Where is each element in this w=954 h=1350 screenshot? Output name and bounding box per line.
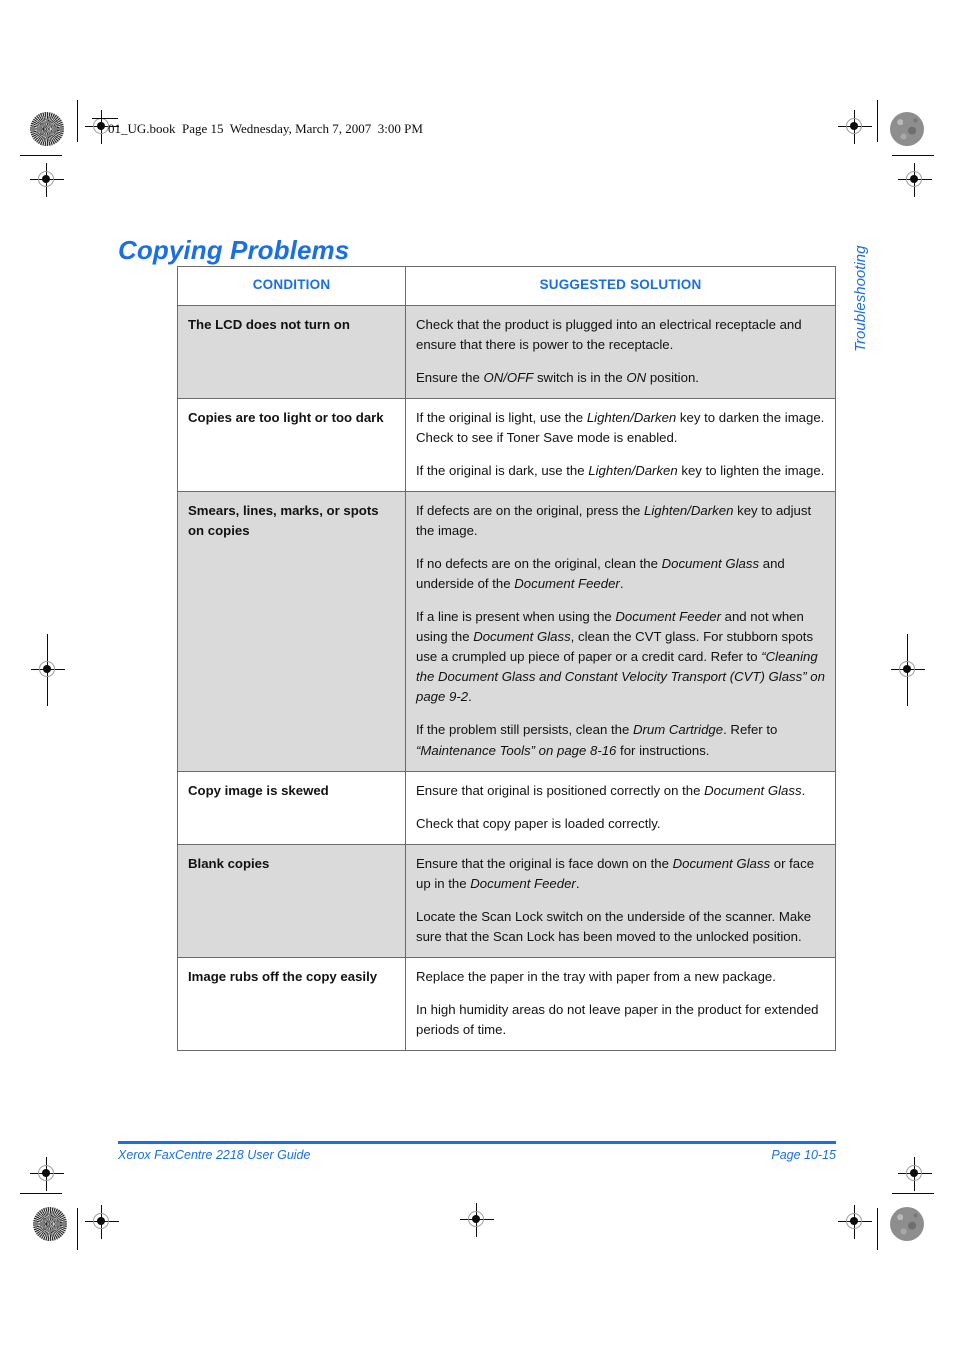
- emphasis-text: Document Glass: [661, 556, 760, 572]
- table-row: Copy image is skewed Ensure that original…: [177, 770, 836, 845]
- solution-paragraph: Check that copy paper is loaded correctl…: [416, 815, 661, 831]
- registration-mark-left-upper: [30, 163, 64, 197]
- solution-paragraph: If the original is light, use the Lighte…: [416, 409, 825, 445]
- table-row: Blank copies Ensure that the original is …: [177, 843, 836, 958]
- solution-paragraph: If the original is dark, use the Lighten…: [416, 462, 825, 478]
- trim-line-right-lower-horizontal: [892, 1193, 934, 1194]
- trim-line-bottom-right-vertical: [877, 1208, 878, 1250]
- registration-mark-right-middle: [891, 653, 925, 687]
- chapter-side-tab: Troubleshooting: [833, 222, 869, 352]
- solution-paragraph: Locate the Scan Lock switch on the under…: [416, 908, 812, 944]
- table-row: Smears, lines, marks, or spots on copies…: [177, 490, 836, 772]
- footer-page-number: Page 10-15: [771, 1148, 836, 1162]
- halftone-target-top-left: [30, 112, 64, 146]
- trim-line-bottom-left-vertical: [77, 1208, 78, 1250]
- trim-line-left-upper-horizontal: [20, 155, 62, 156]
- halftone-target-bottom-right: [890, 1207, 924, 1241]
- condition-cell: Smears, lines, marks, or spots on copies: [177, 490, 406, 772]
- emphasis-text: ON/OFF: [483, 369, 534, 385]
- table-header-row: CONDITION SUGGESTED SOLUTION: [177, 266, 836, 306]
- emphasis-text: Lighten/Darken: [588, 462, 678, 478]
- table-row: Copies are too light or too dark If the o…: [177, 397, 836, 492]
- registration-mark-right-lower: [898, 1157, 932, 1191]
- solution-paragraph: Ensure that the original is face down on…: [416, 855, 815, 891]
- emphasis-text: Document Glass: [704, 782, 802, 798]
- table-body: The LCD does not turn on Check that the p…: [177, 304, 836, 1052]
- condition-cell: The LCD does not turn on: [177, 304, 406, 399]
- registration-mark-bottom-left: [85, 1205, 119, 1239]
- solution-cell: If the original is light, use the Lighte…: [405, 397, 836, 492]
- emphasis-text: Drum Cartridge: [632, 722, 724, 738]
- table-row: Image rubs off the copy easily Replace th…: [177, 956, 836, 1052]
- trim-line-top-left-vertical: [77, 100, 78, 142]
- footer-guide-title: Xerox FaxCentre 2218 User Guide: [118, 1148, 311, 1162]
- footer-rule: [118, 1141, 836, 1144]
- registration-mark-left-middle: [31, 653, 65, 687]
- registration-mark-bottom-right: [838, 1205, 872, 1239]
- registration-mark-right-upper: [898, 163, 932, 197]
- solution-paragraph: If a line is present when using the Docu…: [416, 609, 825, 705]
- registration-mark-top-right: [838, 110, 872, 144]
- condition-cell: Image rubs off the copy easily: [177, 956, 406, 1052]
- solution-cell: Replace the paper in the tray with paper…: [405, 956, 836, 1052]
- emphasis-text: Lighten/Darken: [643, 502, 734, 518]
- emphasis-text: “Maintenance Tools” on page 8-16: [416, 742, 617, 758]
- column-header-solution: SUGGESTED SOLUTION: [405, 266, 836, 306]
- halftone-target-top-right: [890, 112, 924, 146]
- trim-line-top-right-vertical: [877, 100, 878, 142]
- solution-paragraph: Ensure the ON/OFF switch is in the ON po…: [416, 369, 699, 385]
- page-title: Copying Problems: [118, 235, 350, 266]
- emphasis-text: Lighten/Darken: [586, 409, 677, 425]
- solution-paragraph: If no defects are on the original, clean…: [416, 556, 785, 592]
- running-header: 01_UG.book Page 15 Wednesday, March 7, 2…: [108, 121, 423, 136]
- running-header-rule: [92, 118, 118, 119]
- copying-problems-table: CONDITION SUGGESTED SOLUTION The LCD doe…: [177, 266, 836, 1052]
- emphasis-text: ON: [626, 369, 647, 385]
- column-header-condition: CONDITION: [177, 266, 406, 306]
- emphasis-text: Document Feeder: [470, 875, 576, 891]
- trim-line-left-lower-horizontal: [20, 1193, 62, 1194]
- condition-cell: Blank copies: [177, 843, 406, 958]
- solution-paragraph: Replace the paper in the tray with paper…: [416, 968, 776, 984]
- table-row: The LCD does not turn on Check that the p…: [177, 304, 836, 399]
- solution-paragraph: Ensure that original is positioned corre…: [416, 782, 806, 798]
- solution-cell: Check that the product is plugged into a…: [405, 304, 836, 399]
- solution-cell: Ensure that original is positioned corre…: [405, 770, 836, 845]
- emphasis-text: Document Feeder: [615, 609, 721, 625]
- chapter-side-tab-label: Troubleshooting: [852, 245, 869, 352]
- registration-mark-left-lower: [30, 1157, 64, 1191]
- solution-cell: Ensure that the original is face down on…: [405, 843, 836, 958]
- halftone-target-bottom-left: [33, 1207, 67, 1241]
- condition-cell: Copy image is skewed: [177, 770, 406, 845]
- condition-cell: Copies are too light or too dark: [177, 397, 406, 492]
- emphasis-text: Document Glass: [672, 855, 771, 871]
- emphasis-text: Document Glass: [473, 629, 571, 645]
- solution-paragraph: In high humidity areas do not leave pape…: [416, 1002, 819, 1038]
- registration-mark-bottom-center: [460, 1203, 494, 1237]
- solution-cell: If defects are on the original, press th…: [405, 490, 836, 772]
- solution-paragraph: Check that the product is plugged into a…: [416, 316, 802, 352]
- emphasis-text: Document Feeder: [514, 576, 620, 592]
- solution-paragraph: If defects are on the original, press th…: [416, 502, 812, 538]
- trim-line-right-upper-horizontal: [892, 155, 934, 156]
- solution-paragraph: If the problem still persists, clean the…: [416, 722, 778, 758]
